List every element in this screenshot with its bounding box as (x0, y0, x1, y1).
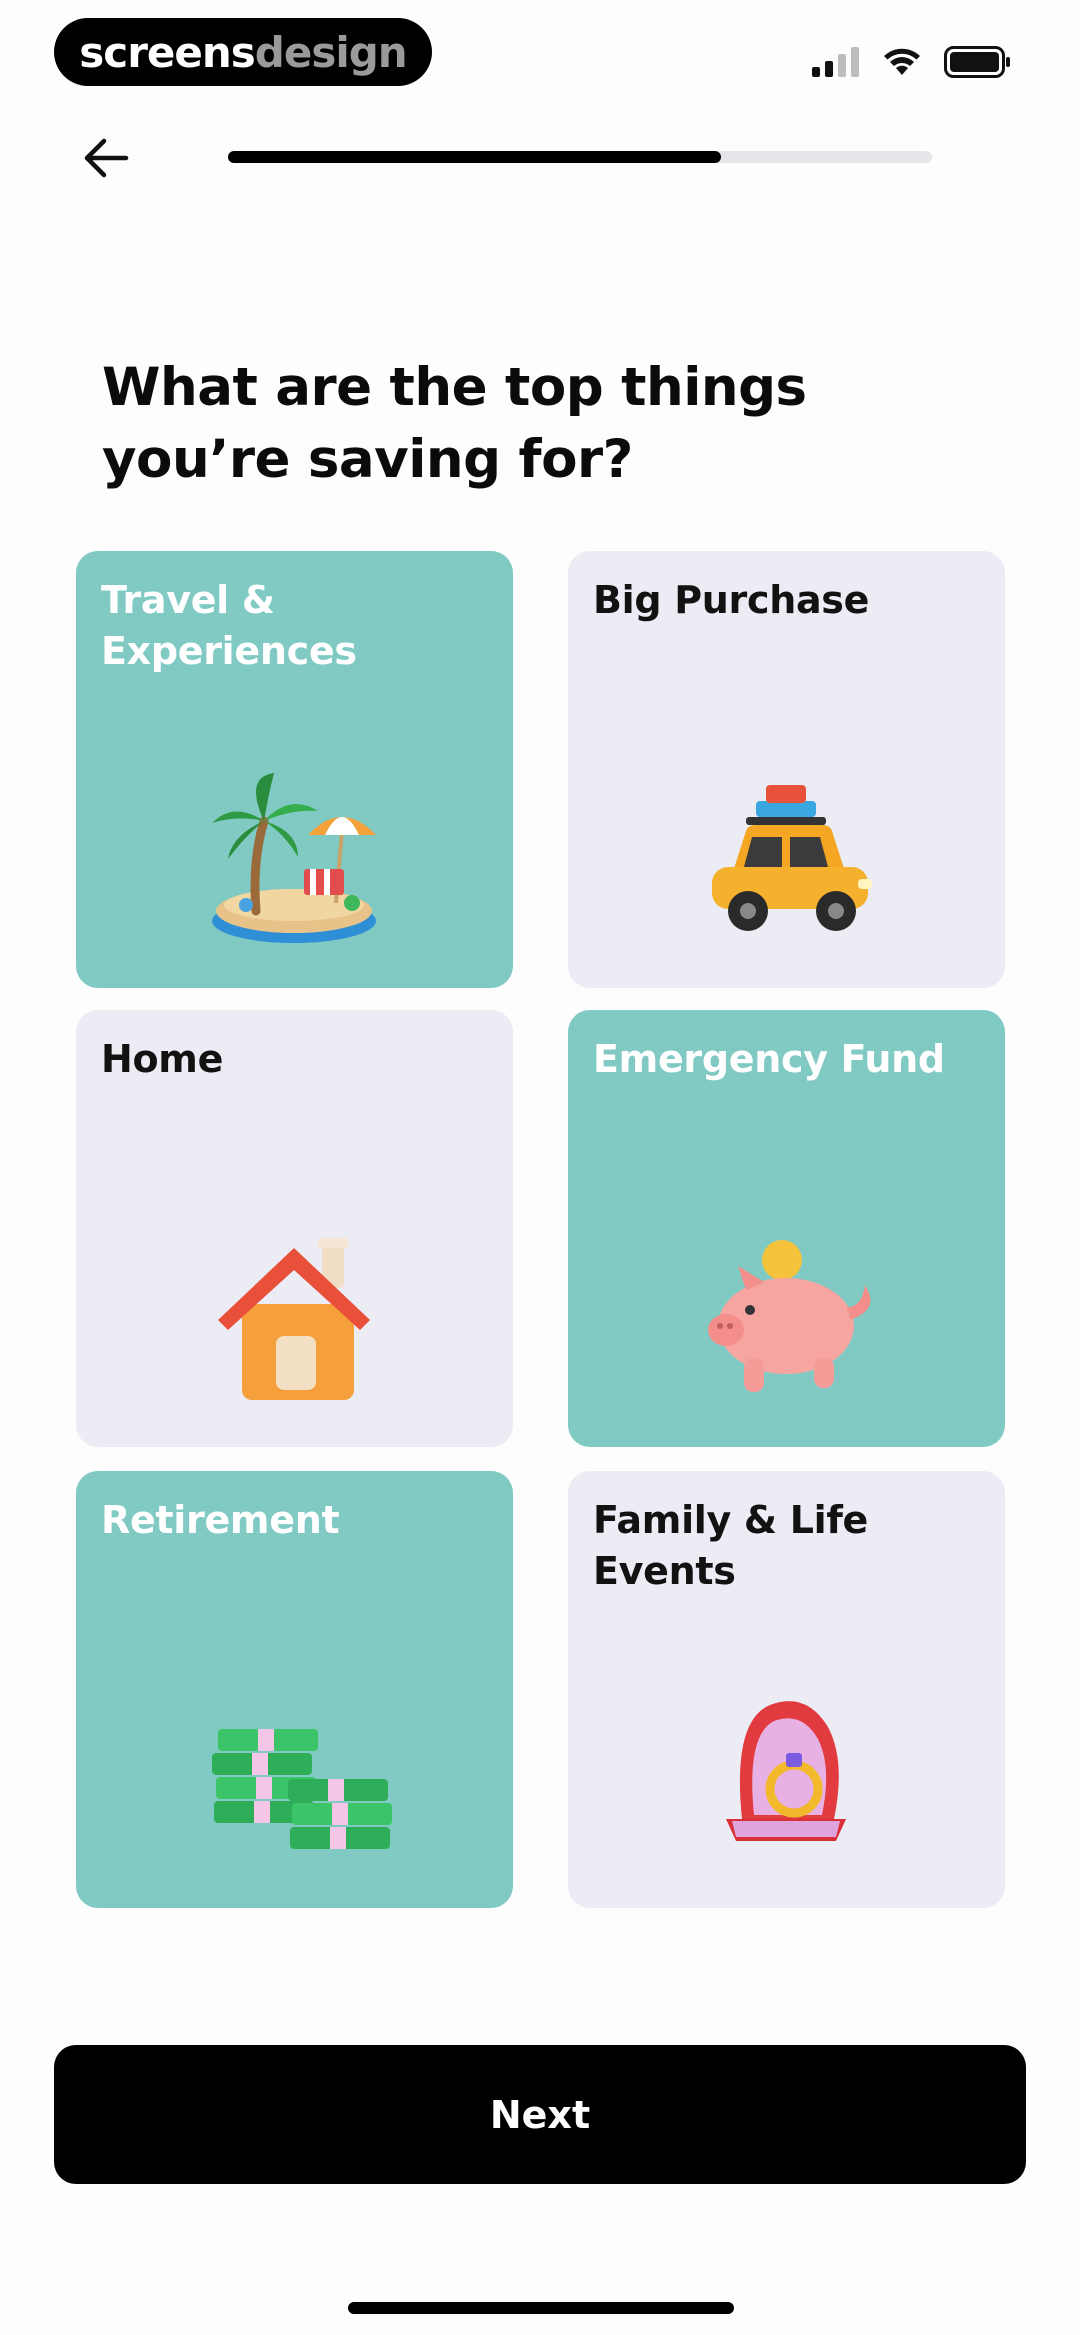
brand-logo: screens design (54, 18, 432, 86)
progress-bar (228, 151, 932, 163)
savings-goals-screen: screens design What are the top things yo… (0, 0, 1080, 2335)
option-tile-travel[interactable]: Travel & Experiences (76, 551, 513, 988)
option-tile-family-life-events[interactable]: Family & Life Events (568, 1471, 1005, 1908)
option-tile-retirement[interactable]: Retirement (76, 1471, 513, 1908)
option-label: Retirement (101, 1498, 340, 1542)
option-tile-home[interactable]: Home (76, 1010, 513, 1447)
option-label: Home (101, 1037, 224, 1081)
option-label: Family & Life Events (593, 1498, 869, 1593)
option-label: Big Purchase (593, 578, 870, 622)
brand-text-design: design (254, 27, 408, 77)
next-button[interactable]: Next (54, 2045, 1026, 2184)
progress-bar-fill (228, 151, 721, 163)
page-title: What are the top things you’re saving fo… (102, 357, 807, 490)
option-tile-big-purchase[interactable]: Big Purchase (568, 551, 1005, 988)
arrow-left-icon (84, 138, 129, 178)
ring-box-icon (726, 1701, 846, 1841)
wifi-icon (884, 48, 920, 75)
status-icons (812, 42, 1012, 82)
house-icon (218, 1238, 370, 1400)
brand-text-screens: screens (79, 27, 255, 77)
cellular-signal-icon (812, 47, 859, 77)
option-label: Emergency Fund (593, 1037, 945, 1081)
beach-island-icon (212, 773, 376, 943)
option-label: Travel & Experiences (101, 578, 357, 673)
battery-icon (944, 46, 1010, 78)
option-tile-emergency-fund[interactable]: Emergency Fund (568, 1010, 1005, 1447)
home-indicator (348, 2302, 734, 2314)
piggy-bank-icon (708, 1240, 871, 1392)
money-stacks-icon (212, 1729, 392, 1849)
back-button[interactable] (78, 130, 134, 186)
car-with-luggage-icon (712, 785, 872, 931)
